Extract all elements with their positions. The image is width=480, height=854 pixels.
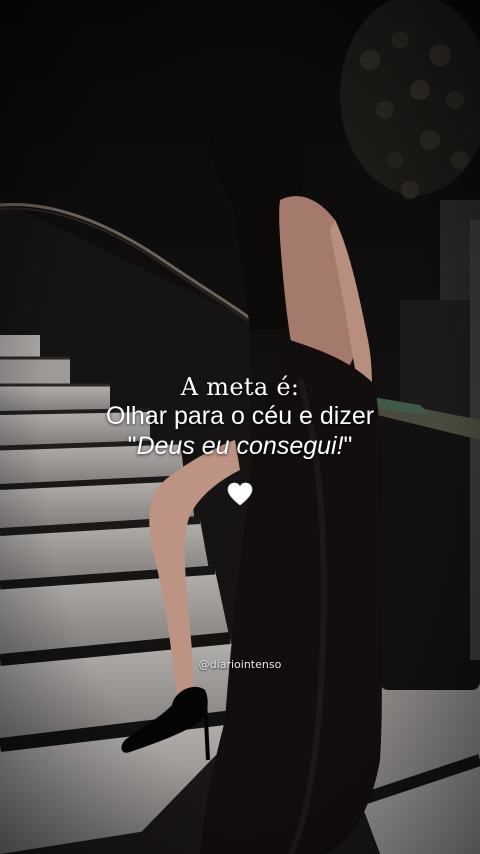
close-quote-mark: ": [343, 432, 353, 460]
story-frame: A meta é: Olhar para o céu e dizer "Deus…: [0, 0, 480, 854]
quote-line: Olhar para o céu e dizer: [105, 402, 375, 430]
quote-emphasis: Deus eu consegui!: [136, 432, 344, 460]
white-heart-icon: [227, 482, 253, 506]
account-handle: @diariointenso: [198, 658, 282, 671]
quote-emphasis-line: "Deus eu consegui!": [0, 431, 480, 462]
quote-block: A meta é: Olhar para o céu e dizer "Deus…: [0, 372, 480, 462]
quote-title: A meta é:: [180, 373, 300, 401]
